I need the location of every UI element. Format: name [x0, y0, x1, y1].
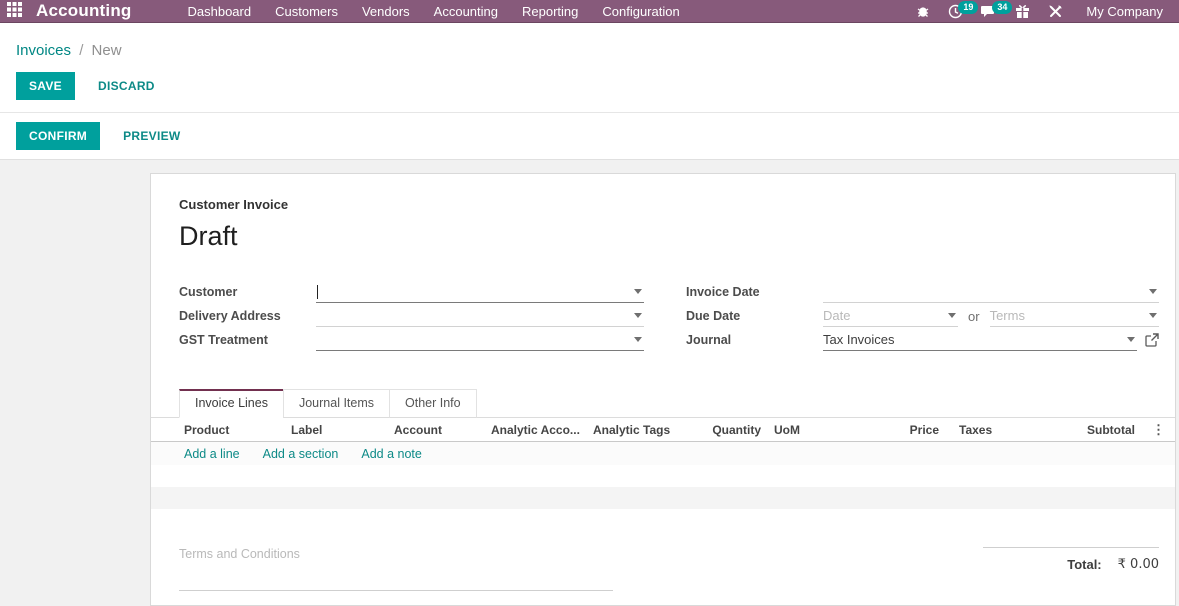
journal-value: Tax Invoices [823, 332, 895, 347]
col-uom[interactable]: UoM [774, 423, 874, 437]
tab-invoice-lines[interactable]: Invoice Lines [179, 389, 284, 418]
breadcrumb-current: New [91, 42, 122, 59]
payment-terms-placeholder: Terms [989, 308, 1025, 323]
add-a-note-link[interactable]: Add a note [361, 447, 421, 461]
menu-configuration[interactable]: Configuration [590, 0, 691, 23]
sheet-footer: Terms and Conditions Total: ₹ 0.00 [151, 531, 1175, 591]
invoice-form-sheet: Customer Invoice Draft Customer Delivery… [150, 173, 1176, 606]
menu-reporting[interactable]: Reporting [510, 0, 590, 23]
col-analytic-tags[interactable]: Analytic Tags [593, 423, 693, 437]
top-navbar: Accounting Dashboard Customers Vendors A… [0, 0, 1179, 23]
gst-treatment-label: GST Treatment [179, 333, 268, 347]
topbar-right: 19 34 My Company [907, 0, 1179, 19]
breadcrumb: Invoices / New [0, 23, 1179, 59]
gst-treatment-input[interactable] [316, 330, 644, 351]
top-menu: Dashboard Customers Vendors Accounting R… [176, 0, 692, 22]
due-date-input[interactable]: Date [823, 306, 958, 327]
empty-table-row [151, 487, 1175, 509]
col-price[interactable]: Price [874, 423, 939, 437]
app-name[interactable]: Accounting [36, 1, 132, 21]
invoice-date-input[interactable] [823, 282, 1159, 303]
invoice-date-dropdown-icon[interactable] [1149, 289, 1157, 294]
text-cursor [317, 284, 318, 299]
total-value: ₹ 0.00 [1117, 557, 1159, 572]
preview-button[interactable]: PREVIEW [110, 122, 193, 150]
totals-block: Total: ₹ 0.00 [983, 547, 1159, 591]
col-taxes[interactable]: Taxes [959, 423, 1019, 437]
table-add-row: Add a line Add a section Add a note [151, 442, 1175, 465]
delivery-address-dropdown-icon[interactable] [634, 313, 642, 318]
col-quantity[interactable]: Quantity [693, 423, 761, 437]
invoice-date-label: Invoice Date [686, 285, 760, 299]
col-subtotal[interactable]: Subtotal [1019, 423, 1135, 437]
breadcrumb-invoices-link[interactable]: Invoices [16, 42, 71, 59]
empty-table-row [151, 509, 1175, 531]
journal-input[interactable]: Tax Invoices [823, 330, 1137, 351]
journal-dropdown-icon[interactable] [1127, 337, 1135, 342]
empty-table-row [151, 465, 1175, 487]
tab-other-info[interactable]: Other Info [389, 389, 477, 418]
menu-accounting[interactable]: Accounting [422, 0, 510, 23]
invoice-status-title: Draft [179, 221, 238, 251]
debug-bug-icon[interactable] [907, 4, 939, 18]
col-analytic-account[interactable]: Analytic Acco... [491, 423, 593, 437]
journal-label: Journal [686, 333, 732, 347]
or-separator: or [968, 308, 980, 324]
col-label[interactable]: Label [291, 423, 394, 437]
terms-placeholder: Terms and Conditions [179, 547, 300, 561]
due-date-label: Due Date [686, 309, 741, 323]
delivery-address-input[interactable] [316, 306, 644, 327]
invoice-lines-header-row: Product Label Account Analytic Acco... A… [151, 418, 1175, 442]
gift-icon[interactable] [1006, 4, 1039, 19]
col-product[interactable]: Product [184, 423, 291, 437]
activities-clock-icon[interactable]: 19 [939, 0, 979, 19]
statusbar: CONFIRM PREVIEW [0, 113, 1179, 160]
content-area: Customer Invoice Draft Customer Delivery… [0, 160, 1179, 606]
discard-button[interactable]: DISCARD [85, 72, 168, 100]
document-type-label: Customer Invoice [179, 197, 289, 212]
breadcrumb-separator: / [79, 42, 84, 59]
add-a-section-link[interactable]: Add a section [263, 447, 339, 461]
gst-treatment-dropdown-icon[interactable] [634, 337, 642, 342]
menu-dashboard[interactable]: Dashboard [176, 0, 264, 23]
due-date-dropdown-icon[interactable] [948, 313, 956, 318]
due-date-placeholder: Date [823, 308, 851, 323]
column-options-kebab-icon[interactable]: ⋮ [1152, 422, 1165, 438]
apps-grid-icon [7, 2, 22, 20]
tools-icon[interactable] [1039, 4, 1072, 19]
add-a-line-link[interactable]: Add a line [184, 447, 240, 461]
customer-dropdown-icon[interactable] [634, 289, 642, 294]
journal-external-link-icon[interactable] [1145, 333, 1159, 347]
control-panel-buttons: SAVE DISCARD [0, 59, 1179, 113]
customer-label: Customer [179, 285, 238, 299]
form-fields: Customer Delivery Address GST Treatment … [179, 280, 1159, 352]
total-label: Total: [1067, 557, 1102, 572]
payment-terms-input[interactable]: Terms [989, 306, 1159, 327]
messages-chat-icon[interactable]: 34 [972, 0, 1013, 19]
menu-vendors[interactable]: Vendors [350, 0, 422, 23]
notebook-tabs: Invoice Lines Journal Items Other Info [151, 389, 1175, 418]
terms-underline [179, 590, 613, 591]
tab-journal-items[interactable]: Journal Items [282, 389, 390, 418]
menu-customers[interactable]: Customers [263, 0, 350, 23]
apps-menu-button[interactable] [0, 2, 30, 20]
customer-input[interactable] [316, 282, 644, 303]
delivery-address-label: Delivery Address [179, 309, 281, 323]
company-switcher[interactable]: My Company [1086, 4, 1163, 19]
terms-and-conditions-field[interactable]: Terms and Conditions [179, 547, 613, 591]
confirm-button[interactable]: CONFIRM [16, 122, 101, 150]
save-button[interactable]: SAVE [16, 72, 75, 100]
col-account[interactable]: Account [394, 423, 491, 437]
payment-terms-dropdown-icon[interactable] [1149, 313, 1157, 318]
